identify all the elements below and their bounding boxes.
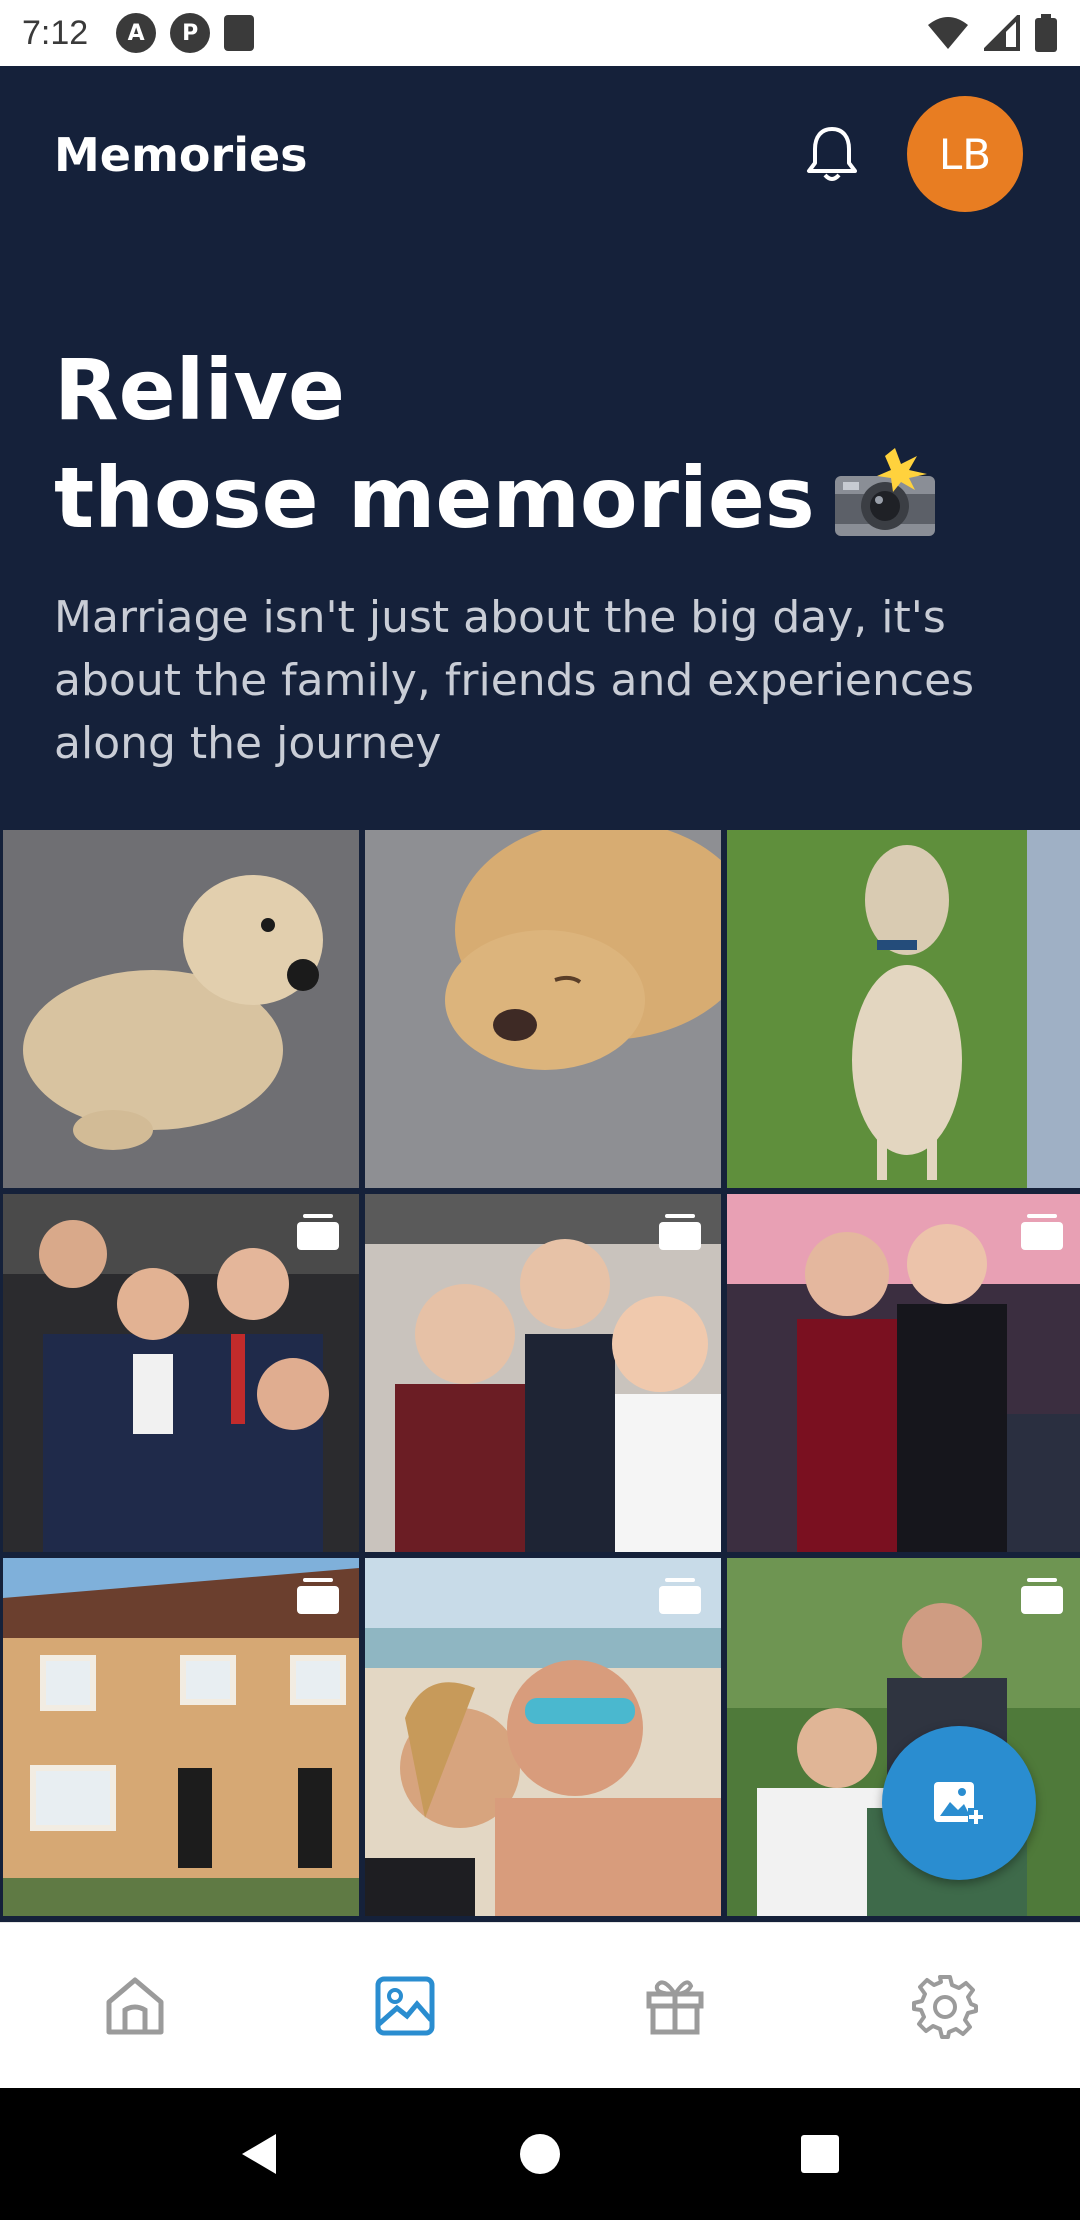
photo-tile[interactable]	[727, 1194, 1080, 1552]
photo-tile[interactable]	[3, 1194, 359, 1552]
photo-tile[interactable]	[3, 1558, 359, 1916]
page-title: Memories	[54, 128, 308, 182]
image-icon	[375, 1976, 435, 2035]
dog-photo	[365, 830, 721, 1188]
album-icon	[297, 1578, 339, 1614]
home-circle-icon	[520, 2134, 560, 2174]
recents-button[interactable]	[780, 2114, 860, 2194]
photo-tile[interactable]	[727, 1558, 1080, 1916]
add-photo-icon	[934, 1782, 984, 1824]
nav-settings[interactable]	[885, 1946, 1005, 2066]
back-icon	[242, 2134, 276, 2174]
album-icon	[659, 1214, 701, 1250]
settings-icon	[912, 1974, 978, 2039]
hero-subtitle: Marriage isn't just about the big day, i…	[54, 592, 975, 769]
photo-tile[interactable]	[365, 1558, 721, 1916]
album-icon	[659, 1578, 701, 1614]
dog-photo	[727, 830, 1080, 1188]
signal-icon	[984, 15, 1020, 51]
home-button[interactable]	[500, 2114, 580, 2194]
hero-title-line1: Relive	[54, 341, 345, 439]
header: Memories LB Relive those memories Marria…	[0, 66, 1080, 830]
gift-icon	[646, 1979, 704, 2034]
status-time: 7:12	[22, 13, 89, 52]
photo-tile[interactable]	[365, 1194, 721, 1552]
notification-p-icon: P	[170, 13, 211, 53]
photo-tile[interactable]	[727, 830, 1080, 1188]
album-icon	[1021, 1214, 1063, 1250]
bell-icon	[807, 127, 857, 181]
hero-title: Relive those memories	[54, 336, 937, 563]
camera-flash-emoji	[833, 446, 937, 563]
album-icon	[297, 1214, 339, 1250]
avatar[interactable]: LB	[907, 96, 1023, 212]
nav-gifts[interactable]	[615, 1946, 735, 2066]
back-button[interactable]	[220, 2114, 300, 2194]
sd-card-icon	[224, 15, 255, 51]
bottom-nav	[0, 1922, 1080, 2088]
notification-a-icon: A	[116, 13, 157, 53]
add-photo-button[interactable]	[882, 1726, 1036, 1880]
notifications-button[interactable]	[800, 120, 864, 190]
recents-icon	[801, 2135, 839, 2173]
system-nav	[0, 2088, 1080, 2220]
photo-tile[interactable]	[365, 830, 721, 1188]
photo-tile[interactable]	[3, 830, 359, 1188]
status-bar: 7:12 A P	[0, 0, 1080, 66]
wifi-icon	[928, 17, 968, 49]
album-icon	[1021, 1578, 1063, 1614]
home-icon	[106, 1977, 164, 2034]
nav-home[interactable]	[75, 1946, 195, 2066]
battery-icon	[1035, 14, 1057, 52]
nav-memories[interactable]	[345, 1946, 465, 2066]
hero-title-line2: those memories	[54, 449, 815, 547]
dog-photo	[3, 830, 359, 1188]
